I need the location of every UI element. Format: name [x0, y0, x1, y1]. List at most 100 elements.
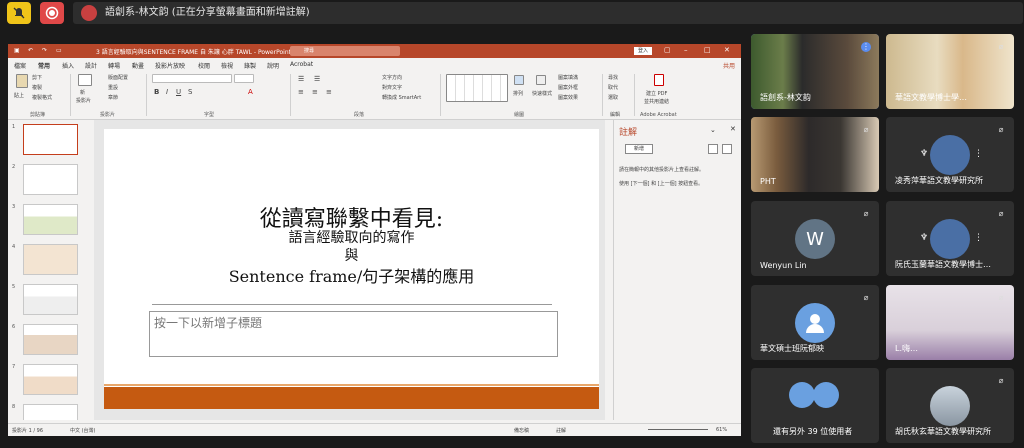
underline-icon[interactable]: U: [176, 88, 181, 96]
arrange-icon[interactable]: [514, 75, 524, 85]
undo-icon[interactable]: ↶: [28, 47, 33, 54]
share-link-label[interactable]: 並共用連結: [644, 98, 669, 105]
tab-file[interactable]: 檔案: [14, 61, 26, 70]
slide-thumbnail[interactable]: [23, 164, 78, 195]
tab-view[interactable]: 檢視: [221, 61, 233, 70]
paste-icon[interactable]: [16, 74, 28, 88]
participant-avatar: [930, 386, 970, 426]
current-slide[interactable]: 從讀寫聯繫中看見: 語言經驗取向的寫作 與 Sentence frame/句子架…: [104, 129, 599, 409]
italic-icon[interactable]: I: [166, 88, 168, 96]
align-center-icon[interactable]: ≡: [312, 88, 318, 96]
pane-close-icon[interactable]: ✕: [730, 125, 736, 133]
slide-thumbnail[interactable]: [23, 404, 78, 420]
cut-button[interactable]: 剪下: [32, 74, 42, 81]
quick-styles-icon[interactable]: [536, 75, 546, 85]
record-button[interactable]: [40, 2, 64, 24]
comments-button[interactable]: 註解: [556, 427, 566, 434]
participant-tile[interactable]: ⌀ 華語文教學博士學…: [886, 34, 1014, 109]
slide-thumbnail[interactable]: [23, 324, 78, 355]
share-button[interactable]: 共用: [723, 61, 735, 70]
bold-icon[interactable]: B: [154, 88, 159, 96]
quick-styles-button[interactable]: 快速樣式: [532, 90, 552, 97]
slide-thumbnail[interactable]: [23, 364, 78, 395]
language-status[interactable]: 中文 (台灣): [70, 427, 96, 434]
participant-tile[interactable]: ♆ ⋮ ⌀ 凌秀萍華語文教學研究所: [886, 117, 1014, 192]
more-options-icon[interactable]: ⋮: [974, 233, 983, 243]
new-comment-button[interactable]: 新增: [625, 144, 653, 154]
shapes-gallery[interactable]: [446, 74, 508, 102]
slide-thumbnail[interactable]: [23, 284, 78, 315]
numbering-icon[interactable]: ☰: [314, 75, 320, 83]
new-slide-label-1[interactable]: 新: [80, 89, 85, 96]
find-button[interactable]: 尋找: [608, 74, 618, 81]
align-text-button[interactable]: 對齊文字: [382, 84, 402, 91]
more-participants-tile[interactable]: 還有另外 39 位使用者: [751, 368, 879, 443]
notification-button[interactable]: [7, 2, 31, 24]
tab-transitions[interactable]: 轉場: [108, 61, 120, 70]
arrange-button[interactable]: 排列: [513, 90, 523, 97]
font-name-dropdown[interactable]: [152, 74, 232, 83]
shape-fill-button[interactable]: 圖案填滿: [558, 74, 578, 81]
participant-tile[interactable]: ⌀ 胡氏秋玄華語文教學研究所: [886, 368, 1014, 443]
pane-options-icon[interactable]: ⌄: [710, 126, 716, 134]
tab-animations[interactable]: 動畫: [132, 61, 144, 70]
subtitle-placeholder[interactable]: 按一下以新增子標題: [149, 311, 558, 357]
align-left-icon[interactable]: ≡: [298, 88, 304, 96]
redo-icon[interactable]: ↷: [42, 47, 47, 54]
search-box[interactable]: 搜尋: [290, 46, 400, 56]
zoom-slider[interactable]: [648, 429, 708, 430]
font-color-icon[interactable]: A: [248, 88, 253, 96]
pdf-icon[interactable]: [654, 74, 664, 86]
layout-button[interactable]: 版面配置: [108, 74, 128, 81]
smartart-button[interactable]: 轉換成 SmartArt: [382, 94, 421, 101]
bullets-icon[interactable]: ☰: [298, 75, 304, 83]
participant-tile[interactable]: ♆ ⋮ ⌀ 阮氏玉蘭華語文教學博士…: [886, 201, 1014, 276]
tab-acrobat[interactable]: Acrobat: [290, 61, 313, 68]
tab-design[interactable]: 設計: [85, 61, 97, 70]
signin-button[interactable]: 登入: [634, 47, 652, 55]
replace-button[interactable]: 取代: [608, 84, 618, 91]
participant-tile[interactable]: W ⌀ Wenyun Lin: [751, 201, 879, 276]
paste-button[interactable]: 貼上: [14, 92, 24, 99]
reset-button[interactable]: 重設: [108, 84, 118, 91]
new-slide-icon[interactable]: [78, 74, 92, 86]
format-painter-button[interactable]: 複製格式: [32, 94, 52, 101]
tab-review[interactable]: 校閱: [198, 61, 210, 70]
participant-tile[interactable]: ⌀ 華文碩士班阮郁映: [751, 285, 879, 360]
shape-outline-button[interactable]: 圖案外框: [558, 84, 578, 91]
slide-thumbnail[interactable]: [23, 244, 78, 275]
copy-button[interactable]: 複製: [32, 84, 42, 91]
align-right-icon[interactable]: ≡: [326, 88, 332, 96]
font-size-dropdown[interactable]: [234, 74, 254, 83]
section-button[interactable]: 章節: [108, 94, 118, 101]
minimize-icon[interactable]: –: [684, 46, 688, 54]
slide-thumbnail[interactable]: [23, 204, 78, 235]
notes-button[interactable]: 備忘稿: [514, 427, 529, 434]
create-pdf-label[interactable]: 建立 PDF: [646, 90, 667, 97]
shadow-icon[interactable]: S: [188, 88, 192, 96]
tab-insert[interactable]: 插入: [62, 61, 74, 70]
maximize-icon[interactable]: □: [704, 46, 711, 54]
shape-effects-button[interactable]: 圖案效果: [558, 94, 578, 101]
ribbon-display-icon[interactable]: ▢: [664, 46, 671, 54]
participant-tile[interactable]: ⌀ L.嗨…: [886, 285, 1014, 360]
thumb-number: 8: [12, 404, 16, 410]
zoom-level[interactable]: 61%: [716, 427, 727, 433]
save-icon[interactable]: ▣: [14, 47, 20, 54]
participant-tile[interactable]: ⌀ PHT: [751, 117, 879, 192]
present-icon[interactable]: ▭: [56, 47, 62, 54]
pin-icon[interactable]: ♆: [920, 149, 928, 159]
select-button[interactable]: 選取: [608, 94, 618, 101]
pin-icon[interactable]: ♆: [920, 233, 928, 243]
new-slide-label-2[interactable]: 投影片: [76, 97, 91, 104]
tab-help[interactable]: 說明: [267, 61, 279, 70]
next-comment-icon[interactable]: [722, 144, 732, 154]
prev-comment-icon[interactable]: [708, 144, 718, 154]
text-direction-button[interactable]: 文字方向: [382, 74, 402, 81]
tab-record[interactable]: 錄製: [244, 61, 256, 70]
participant-tile[interactable]: ⋮ 語創系-林文韵: [751, 34, 879, 109]
slide-thumbnail[interactable]: [23, 124, 78, 155]
close-icon[interactable]: ✕: [724, 46, 730, 54]
tab-slideshow[interactable]: 投影片放映: [155, 61, 185, 70]
more-options-icon[interactable]: ⋮: [974, 149, 983, 159]
